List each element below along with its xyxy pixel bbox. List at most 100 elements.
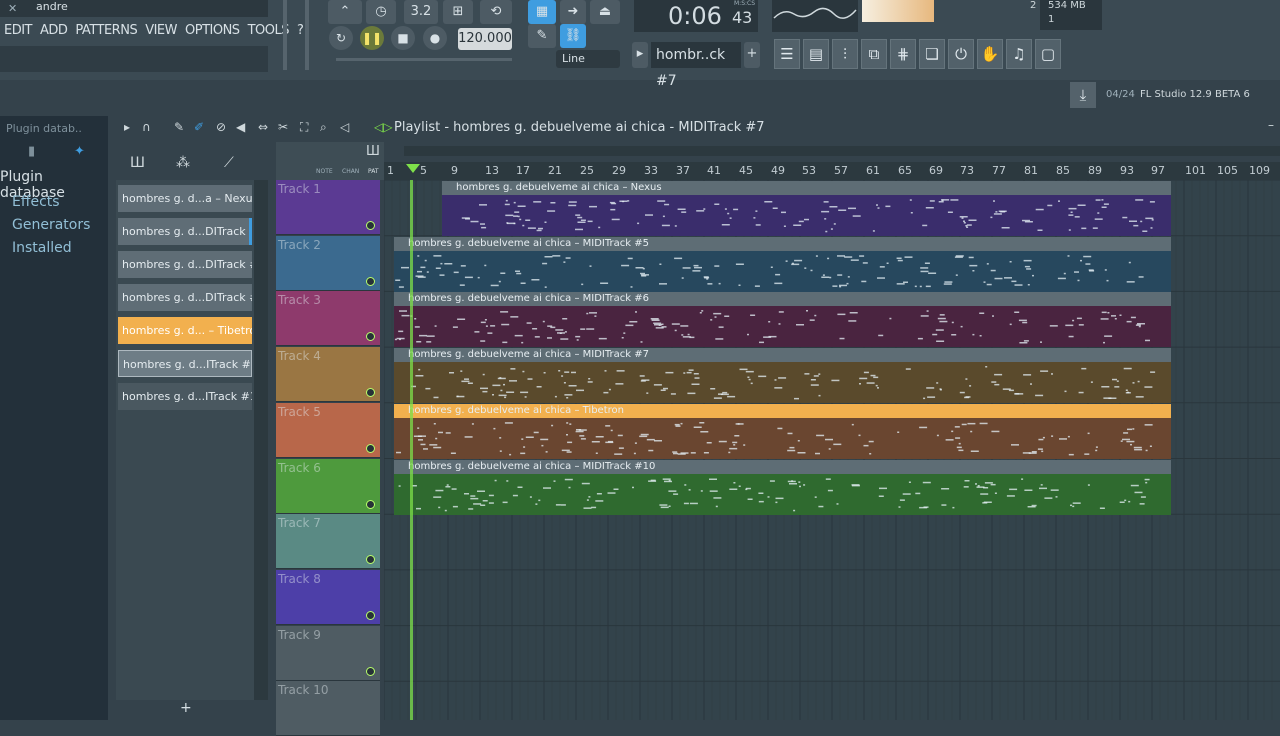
chan-label[interactable]: CHAN [342, 168, 359, 175]
loop-mode-icon[interactable]: ↻ [329, 26, 353, 50]
track-header[interactable]: Track 9 [276, 625, 380, 681]
channel-rack-icon[interactable]: ⫶ [832, 39, 858, 69]
mute-icon[interactable]: ◀ [236, 120, 245, 134]
piano-roll-small-icon[interactable]: Ш [366, 144, 380, 159]
scroll-track[interactable] [404, 146, 1280, 156]
pattern-clip[interactable]: hombres g. debuelveme ai chica – MIDITra… [394, 292, 1171, 348]
pattern-clip[interactable]: hombres g. debuelveme ai chica – MIDITra… [394, 236, 1171, 292]
note-label[interactable]: NOTE [316, 168, 333, 175]
position-slider[interactable] [336, 58, 512, 61]
record-button[interactable]: ● [423, 26, 447, 50]
playhead-marker[interactable] [406, 164, 420, 173]
horizontal-scrollbar[interactable] [384, 142, 1280, 162]
magnet-icon[interactable]: ∩ [142, 120, 151, 134]
pattern-clip[interactable]: hombres g. debuelveme ai chica – MIDITra… [394, 459, 1171, 515]
track-header[interactable]: Track 2 [276, 235, 380, 291]
picker-item[interactable]: hombres g. d...DITrack #5 [118, 218, 252, 245]
slip-icon[interactable]: ⇔ [258, 120, 268, 134]
pause-button[interactable]: ❚❚ [360, 26, 384, 50]
mixer-icon[interactable]: ⧉ [861, 39, 887, 69]
mixer-sliders-icon[interactable]: ⋕ [890, 39, 916, 69]
pattern-clip[interactable]: hombres g. debuelveme ai chica – Tibetro… [394, 403, 1171, 459]
timeline-ruler[interactable]: 1 5 9 13 17 21 25 29 33 37 41 45 49 53 57 61 65 69 73 77 81 8… [384, 162, 1280, 180]
speaker-icon[interactable]: ◁ [340, 120, 349, 134]
track-header[interactable]: Track 4 [276, 347, 380, 403]
track-enable-led[interactable] [366, 332, 375, 342]
close-icon[interactable]: ✕ [8, 0, 28, 17]
minimize-icon[interactable]: – [1268, 118, 1274, 132]
picker-item[interactable]: hombres g. d...ITrack #16 [118, 383, 252, 410]
add-button[interactable]: + [180, 700, 192, 716]
tempo-display[interactable]: 120.000 [458, 28, 512, 50]
picker-item[interactable]: hombres g. d...DITrack #7 [118, 284, 252, 311]
piano-roll-icon[interactable]: ▤ [803, 39, 829, 69]
playlist-icon[interactable]: ☰ [774, 39, 800, 69]
track-header[interactable]: Track 10 [276, 681, 380, 736]
pat-label[interactable]: PAT [368, 168, 379, 175]
piano-icon[interactable]: Ш [130, 155, 145, 171]
metronome-button[interactable]: ⌃ [328, 0, 362, 24]
stop-button[interactable]: ■ [391, 26, 415, 50]
track-enable-led[interactable] [366, 388, 375, 398]
select-icon[interactable]: ⛶ [300, 120, 308, 135]
rate-display[interactable]: 3.2 [404, 0, 438, 24]
pattern-clip[interactable]: hombres g. debuelveme ai chica – Nexus [442, 181, 1171, 236]
pattern-selector[interactable]: hombr..ck #7 [651, 42, 741, 89]
arrow-icon[interactable]: ▸ [124, 120, 130, 134]
track-enable-led[interactable] [366, 221, 375, 230]
picker-scrollbar[interactable] [254, 180, 268, 700]
picker-item[interactable]: hombres g. d...ITrack #10 [118, 350, 252, 377]
track-enable-led[interactable] [366, 443, 375, 453]
file-icon[interactable]: ❏ [919, 39, 945, 69]
download-icon[interactable]: ⤓ [1070, 82, 1096, 108]
track-enable-led[interactable] [366, 666, 375, 676]
track-header[interactable]: Track 5 [276, 402, 380, 458]
picker-item[interactable]: hombres g. d...a – Nexus [118, 185, 252, 212]
browser-item-effects[interactable]: Effects [12, 194, 60, 210]
playlist-grid[interactable]: hombres g. debuelveme ai chica – Nexus ho… [384, 180, 1280, 720]
folder-icon[interactable]: ▮ [28, 144, 35, 159]
track-header[interactable]: Track 1 [276, 180, 380, 235]
track-header[interactable]: Track 3 [276, 291, 380, 347]
master-volume-slider[interactable] [283, 0, 287, 70]
pencil-icon[interactable]: ✎ [174, 120, 184, 134]
master-pitch-slider[interactable] [305, 0, 309, 70]
menu-patterns[interactable]: PATTERNS [71, 21, 141, 41]
arrow-right-icon[interactable]: ➜ [560, 0, 586, 24]
snap-select[interactable]: Line [556, 50, 620, 68]
browser-item-installed[interactable]: Installed [12, 240, 72, 256]
browser-item-generators[interactable]: Generators [12, 217, 90, 233]
browser-header[interactable]: Plugin datab.. [0, 116, 108, 142]
delete-icon[interactable]: ⊘ [216, 120, 226, 134]
menu-view[interactable]: VIEW [141, 21, 181, 41]
menu-options[interactable]: OPTIONS [181, 21, 244, 41]
zoom-icon[interactable]: ⌕ [320, 120, 327, 135]
metronome-icon[interactable]: ⏏ [590, 0, 620, 24]
automation-icon[interactable]: ⟋ [224, 155, 234, 171]
picker-item[interactable]: hombres g. d...DITrack #6 [118, 251, 252, 278]
pattern-clip[interactable]: hombres g. debuelveme ai chica – MIDITra… [394, 348, 1171, 404]
track-enable-led[interactable] [366, 555, 375, 565]
pattern-prev-button[interactable]: ▸ [632, 42, 648, 68]
link-icon[interactable]: ⛓ [560, 24, 586, 48]
typing-keyboard-icon[interactable]: ▦ [528, 0, 556, 24]
track-header[interactable]: Track 7 [276, 514, 380, 570]
brush-icon[interactable]: ✎ [528, 24, 556, 48]
track-enable-led[interactable] [366, 499, 375, 509]
step-edit-button[interactable]: ⊞ [443, 0, 473, 24]
picker-item[interactable]: hombres g. d... – Tibetron [118, 317, 252, 344]
hand-icon[interactable]: ✋ [977, 39, 1003, 69]
clock-button[interactable]: ◷ [366, 0, 396, 24]
loop-record-button[interactable]: ⟲ [480, 0, 512, 24]
menu-add[interactable]: ADD [36, 21, 71, 41]
news-text[interactable]: FL Studio 12.9 BETA 6 [1140, 89, 1250, 100]
track-header[interactable]: Track 6 [276, 458, 380, 514]
plug-icon[interactable]: ⏻ [948, 39, 974, 69]
track-header[interactable]: Track 8 [276, 569, 380, 625]
window-icon[interactable]: ▢ [1035, 39, 1061, 69]
track-enable-led[interactable] [366, 276, 375, 286]
audio-clip-icon[interactable]: ⁂ [176, 155, 190, 171]
plugin-icon[interactable]: ✦ [74, 144, 85, 159]
slice-icon[interactable]: ✂ [278, 120, 288, 134]
track-enable-led[interactable] [366, 610, 375, 620]
